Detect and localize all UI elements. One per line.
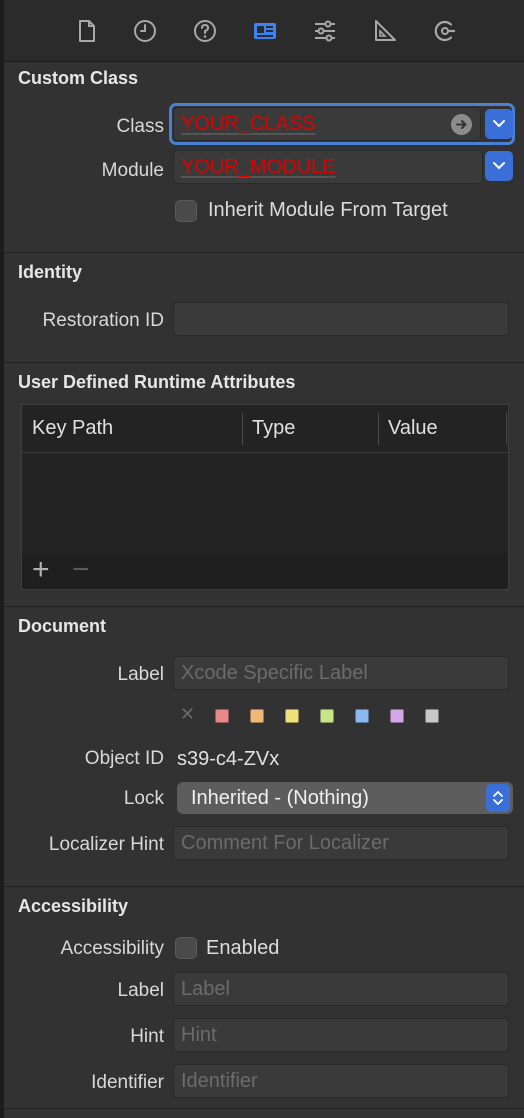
label-color-swatch[interactable] (320, 709, 334, 723)
module-value: YOUR_MODULE (181, 156, 336, 178)
divider (4, 252, 524, 253)
accessibility-identifier-field[interactable]: Identifier (173, 1064, 509, 1098)
add-attribute-button[interactable]: + (32, 553, 50, 587)
size-inspector-icon[interactable] (370, 16, 400, 46)
accessibility-label-label: Label (117, 980, 165, 1001)
column-value[interactable]: Value (388, 405, 438, 451)
lock-label: Lock (123, 788, 164, 809)
chevron-down-icon (493, 162, 505, 170)
class-go-icon[interactable] (451, 114, 472, 135)
module-label: Module (101, 160, 164, 181)
inspector-toolbar (4, 0, 524, 62)
module-combobox[interactable]: YOUR_MODULE (173, 150, 483, 184)
table-footer: + − (22, 553, 508, 589)
accessibility-enabled-label: Enabled (206, 937, 280, 959)
column-key-path[interactable]: Key Path (32, 405, 113, 451)
divider (4, 606, 524, 607)
label-color-swatch[interactable] (425, 709, 439, 723)
accessibility-label-field[interactable]: Label (173, 972, 509, 1006)
divider (4, 886, 524, 887)
divider (4, 362, 524, 363)
document-label-field[interactable]: Xcode Specific Label (173, 656, 509, 690)
accessibility-hint-field[interactable]: Hint (173, 1018, 509, 1052)
class-label: Class (116, 116, 164, 137)
identity-title: Identity (18, 262, 83, 282)
module-dropdown-button[interactable] (485, 151, 513, 181)
file-inspector-icon[interactable] (72, 16, 102, 46)
history-inspector-icon[interactable] (130, 16, 160, 46)
accessibility-enabled-checkbox[interactable] (175, 937, 197, 959)
identity-inspector-icon[interactable] (250, 16, 280, 46)
class-value: YOUR_CLASS (181, 113, 316, 135)
custom-class-title: Custom Class (18, 68, 139, 88)
document-title: Document (18, 616, 107, 636)
lock-popup-button[interactable]: Inherited - (Nothing) (177, 782, 513, 814)
chevron-down-icon (493, 120, 505, 128)
accessibility-title: Accessibility (18, 896, 129, 916)
remove-attribute-button[interactable]: − (72, 553, 90, 587)
runtime-attributes-title: User Defined Runtime Attributes (18, 372, 296, 392)
column-separator (506, 413, 507, 445)
object-id-value: s39-c4-ZVx (177, 748, 280, 770)
label-color-swatch[interactable] (355, 709, 369, 723)
document-label-label: Label (117, 664, 165, 685)
class-combobox[interactable]: YOUR_CLASS (173, 107, 481, 141)
table-header: Key Path Type Value (22, 405, 508, 453)
divider (4, 1108, 524, 1109)
quick-help-icon[interactable] (190, 16, 220, 46)
runtime-attributes-table[interactable]: Key Path Type Value + − (21, 404, 509, 590)
column-type[interactable]: Type (252, 405, 295, 451)
updown-chevron-icon (486, 784, 510, 812)
label-color-swatch[interactable] (250, 709, 264, 723)
column-separator (242, 413, 243, 445)
accessibility-identifier-label: Identifier (91, 1072, 164, 1093)
label-color-swatch[interactable] (390, 709, 404, 723)
inherit-module-checkbox[interactable] (175, 200, 197, 222)
class-dropdown-button[interactable] (485, 109, 513, 139)
clear-label-color-icon[interactable]: ✕ (180, 704, 195, 725)
column-separator (378, 413, 379, 445)
label-color-swatch[interactable] (215, 709, 229, 723)
inherit-module-label: Inherit Module From Target (208, 199, 448, 221)
restoration-id-field[interactable] (173, 302, 509, 336)
localizer-hint-field[interactable]: Comment For Localizer (173, 826, 509, 860)
localizer-hint-label: Localizer Hint (48, 834, 164, 855)
accessibility-label: Accessibility (60, 938, 164, 959)
object-id-label: Object ID (84, 748, 164, 769)
restoration-id-label: Restoration ID (42, 310, 164, 331)
attributes-inspector-icon[interactable] (310, 16, 340, 46)
accessibility-hint-label: Hint (130, 1026, 164, 1047)
lock-value: Inherited - (Nothing) (191, 787, 369, 809)
label-color-swatch[interactable] (285, 709, 299, 723)
connections-inspector-icon[interactable] (430, 16, 460, 46)
